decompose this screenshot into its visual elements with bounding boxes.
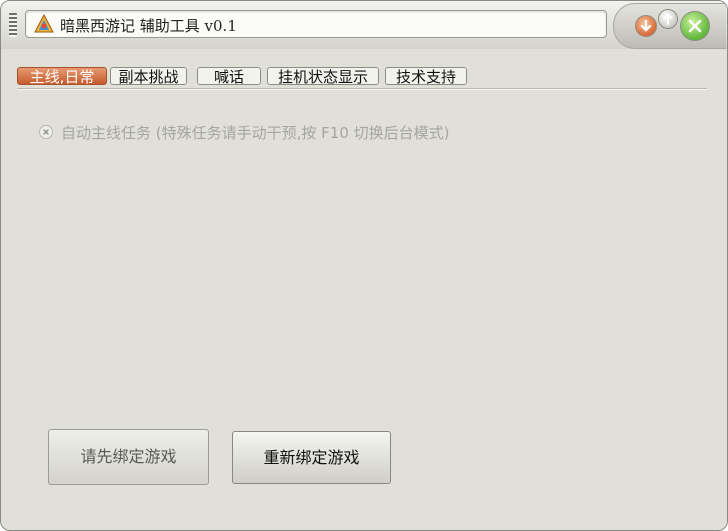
tab-idle-status[interactable]: 挂机状态显示	[267, 67, 379, 86]
down-arrow-icon[interactable]	[635, 15, 657, 37]
close-icon[interactable]	[680, 11, 710, 41]
bind-game-first-button[interactable]: 请先绑定游戏	[48, 429, 209, 485]
tab-dungeon-challenge[interactable]: 副本挑战	[110, 67, 187, 86]
main-window: 暗黑西游记 辅助工具 v0.1 主线,日常 副本挑战 喊话 挂机状态显示 技术支…	[0, 0, 728, 531]
rebind-game-button[interactable]: 重新绑定游戏	[232, 431, 391, 484]
window-title: 暗黑西游记 辅助工具 v0.1	[60, 17, 237, 35]
auto-main-quest-label: 自动主线任务 (特殊任务请手动干预,按 F10 切换后台模式)	[61, 124, 450, 142]
disabled-radio-icon	[39, 125, 53, 139]
tab-panel-divider-highlight	[17, 89, 707, 90]
tab-main-daily[interactable]: 主线,日常	[17, 67, 107, 86]
drag-grip-icon[interactable]	[9, 13, 17, 37]
title-bar[interactable]: 暗黑西游记 辅助工具 v0.1	[1, 1, 727, 49]
app-logo-icon	[34, 13, 54, 34]
tab-shout[interactable]: 喊话	[197, 67, 261, 86]
title-field: 暗黑西游记 辅助工具 v0.1	[25, 10, 607, 38]
up-arrow-icon[interactable]	[658, 9, 678, 29]
tab-tech-support[interactable]: 技术支持	[385, 67, 467, 86]
